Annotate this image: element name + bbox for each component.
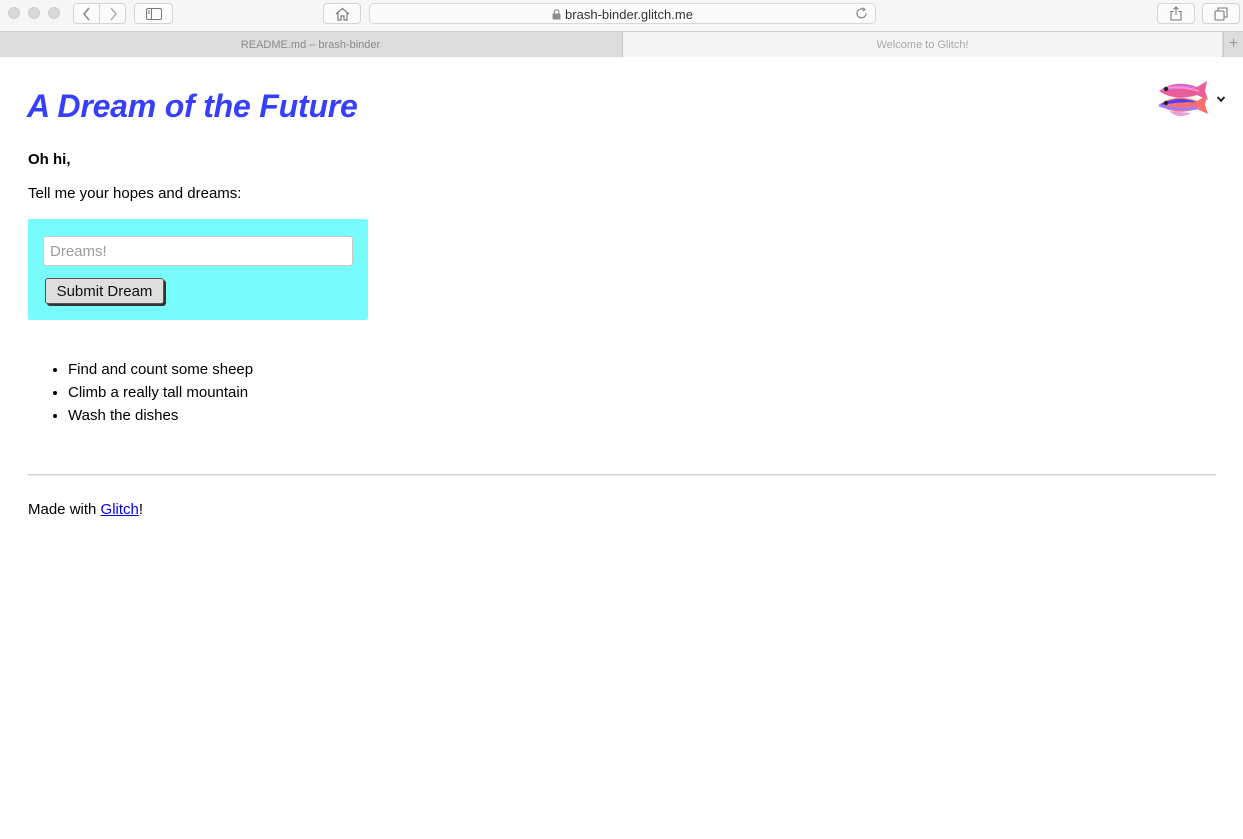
footer: Made with Glitch! [28,501,143,518]
address-url: brash-binder.glitch.me [565,7,693,22]
footer-prefix: Made with [28,501,101,518]
tabs-overview-icon [1214,6,1228,21]
zoom-window-button[interactable] [48,7,60,19]
reload-icon[interactable] [855,7,868,20]
minimize-window-button[interactable] [28,7,40,19]
tab-label: Welcome to Glitch! [876,38,969,51]
lock-icon [552,9,561,20]
chevron-right-icon [109,6,117,21]
sidebar-button[interactable] [134,3,173,24]
browser-toolbar: brash-binder.glitch.me [0,0,1243,31]
sidebar-icon [145,7,162,20]
new-tab-button[interactable]: + [1223,32,1243,57]
glitch-link[interactable]: Glitch [101,501,139,518]
forward-button[interactable] [99,3,126,24]
footer-suffix: ! [138,501,144,518]
share-button[interactable] [1157,3,1195,24]
dream-list: Find and count some sheep Climb a really… [68,361,253,430]
home-icon [335,7,349,21]
tab-bar: README.md – brash-binder Welcome to Glit… [0,31,1243,57]
dream-prompt: Tell me your hopes and dreams: [28,185,242,202]
greeting: Oh hi, [28,151,71,168]
home-button[interactable] [323,3,361,24]
chevron-down-icon[interactable] [1216,95,1226,103]
chevron-left-icon [82,6,90,21]
tab-readme[interactable]: README.md – brash-binder [0,32,621,57]
dream-input[interactable] [43,236,353,266]
tab-welcome-to-glitch[interactable]: Welcome to Glitch! [622,32,1222,57]
address-bar[interactable]: brash-binder.glitch.me [369,3,876,24]
page-title: A Dream of the Future [27,88,358,124]
list-item: Wash the dishes [68,407,253,430]
submit-dream-button[interactable]: Submit Dream [45,278,164,304]
list-item: Find and count some sheep [68,361,253,384]
footer-divider [28,474,1216,476]
back-button[interactable] [73,3,100,24]
close-window-button[interactable] [8,7,20,19]
dream-form: Submit Dream [28,219,368,320]
share-icon [1170,6,1182,21]
show-tabs-button[interactable] [1202,3,1240,24]
list-item: Climb a really tall mountain [68,384,253,407]
glitch-fish-avatar-icon [1158,81,1208,117]
tab-label: README.md – brash-binder [240,38,381,51]
